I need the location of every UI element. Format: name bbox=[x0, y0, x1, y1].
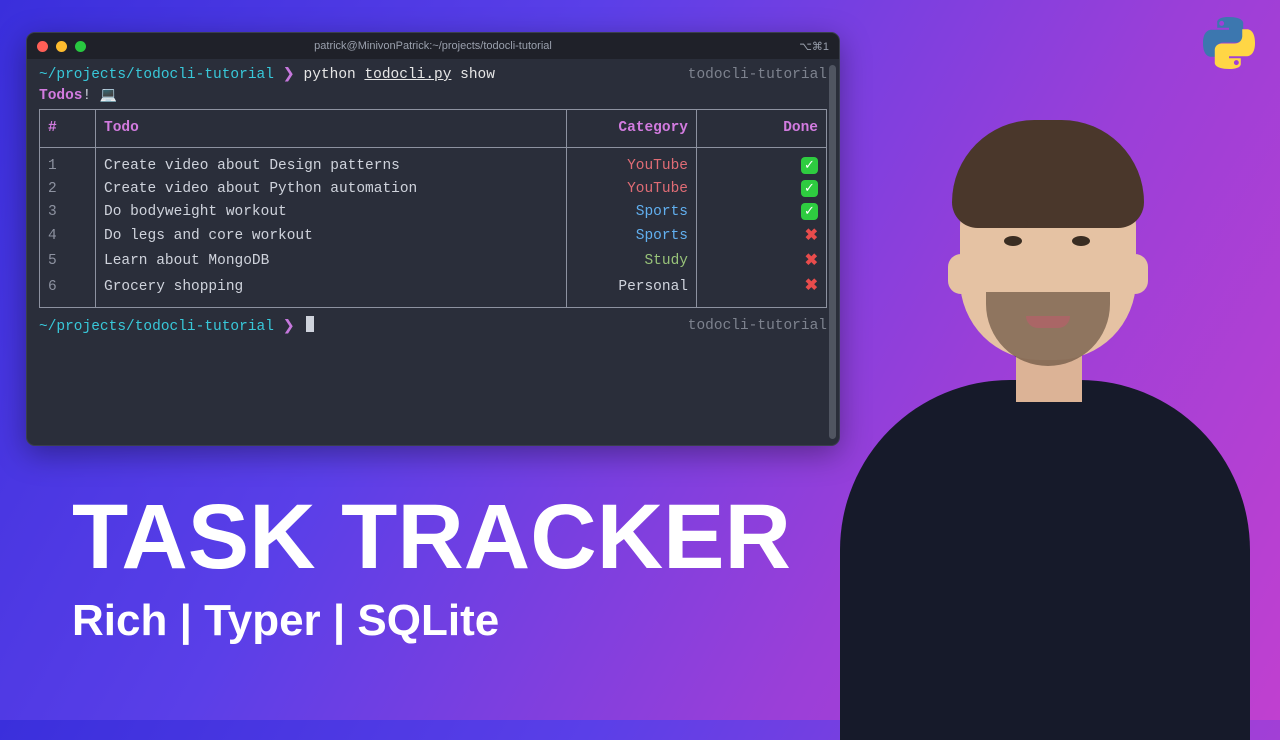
command-prefix: python bbox=[304, 67, 365, 83]
laptop-icon: 💻 bbox=[100, 88, 117, 104]
command-filename: todocli.py bbox=[364, 67, 451, 83]
python-logo-icon bbox=[1202, 16, 1256, 70]
todos-table: # Todo Category Done 1Create video about… bbox=[39, 109, 827, 308]
todos-label: Todos bbox=[39, 88, 83, 104]
cell-todo: Create video about Design patterns bbox=[96, 148, 567, 179]
cell-category: Study bbox=[567, 249, 697, 274]
cell-todo: Learn about MongoDB bbox=[96, 249, 567, 274]
cell-category: YouTube bbox=[567, 178, 697, 201]
prompt-path: ~/projects/todocli-tutorial bbox=[39, 319, 274, 335]
table-row: 6Grocery shoppingPersonal✖ bbox=[40, 274, 827, 307]
table-row: 2Create video about Python automationYou… bbox=[40, 178, 827, 201]
cell-category: Sports bbox=[567, 201, 697, 224]
cell-num: 1 bbox=[40, 148, 96, 179]
command-args: show bbox=[451, 67, 495, 83]
table-row: 5Learn about MongoDBStudy✖ bbox=[40, 249, 827, 274]
prompt-line-1: ~/projects/todocli-tutorial ❯ python tod… bbox=[39, 65, 827, 86]
table-header-row: # Todo Category Done bbox=[40, 110, 827, 148]
table-row: 1Create video about Design patternsYouTu… bbox=[40, 148, 827, 179]
prompt-separator: ❯ bbox=[283, 319, 295, 335]
cell-todo: Do legs and core workout bbox=[96, 224, 567, 249]
cell-num: 6 bbox=[40, 274, 96, 307]
table-row: 4Do legs and core workoutSports✖ bbox=[40, 224, 827, 249]
headline-title: TASK TRACKER bbox=[72, 492, 791, 582]
col-header-todo: Todo bbox=[96, 110, 567, 148]
headline-subtitle: Rich | Typer | SQLite bbox=[72, 596, 791, 646]
todos-bang: ! bbox=[83, 88, 92, 104]
cell-todo: Grocery shopping bbox=[96, 274, 567, 307]
window-titlebar: patrick@MinivonPatrick:~/projects/todocl… bbox=[27, 33, 839, 59]
window-title: patrick@MinivonPatrick:~/projects/todocl… bbox=[27, 40, 839, 52]
cell-category: Sports bbox=[567, 224, 697, 249]
col-header-category: Category bbox=[567, 110, 697, 148]
prompt-line-2: ~/projects/todocli-tutorial ❯ todocli-tu… bbox=[39, 316, 827, 338]
table-row: 3Do bodyweight workoutSports✓ bbox=[40, 201, 827, 224]
cell-num: 5 bbox=[40, 249, 96, 274]
cell-num: 4 bbox=[40, 224, 96, 249]
prompt-path: ~/projects/todocli-tutorial bbox=[39, 67, 274, 83]
terminal-body[interactable]: ~/projects/todocli-tutorial ❯ python tod… bbox=[27, 59, 839, 445]
cell-todo: Create video about Python automation bbox=[96, 178, 567, 201]
cursor bbox=[306, 316, 314, 332]
prompt-separator: ❯ bbox=[283, 67, 295, 83]
cell-num: 2 bbox=[40, 178, 96, 201]
cell-category: YouTube bbox=[567, 148, 697, 179]
cell-num: 3 bbox=[40, 201, 96, 224]
terminal-window: patrick@MinivonPatrick:~/projects/todocl… bbox=[26, 32, 840, 446]
cell-todo: Do bodyweight workout bbox=[96, 201, 567, 224]
col-header-num: # bbox=[40, 110, 96, 148]
cell-category: Personal bbox=[567, 274, 697, 307]
command-text: python todocli.py show bbox=[304, 67, 495, 83]
output-header: Todos! 💻 bbox=[39, 86, 827, 107]
presenter-photo bbox=[800, 80, 1280, 720]
headline: TASK TRACKER Rich | Typer | SQLite bbox=[72, 492, 791, 646]
